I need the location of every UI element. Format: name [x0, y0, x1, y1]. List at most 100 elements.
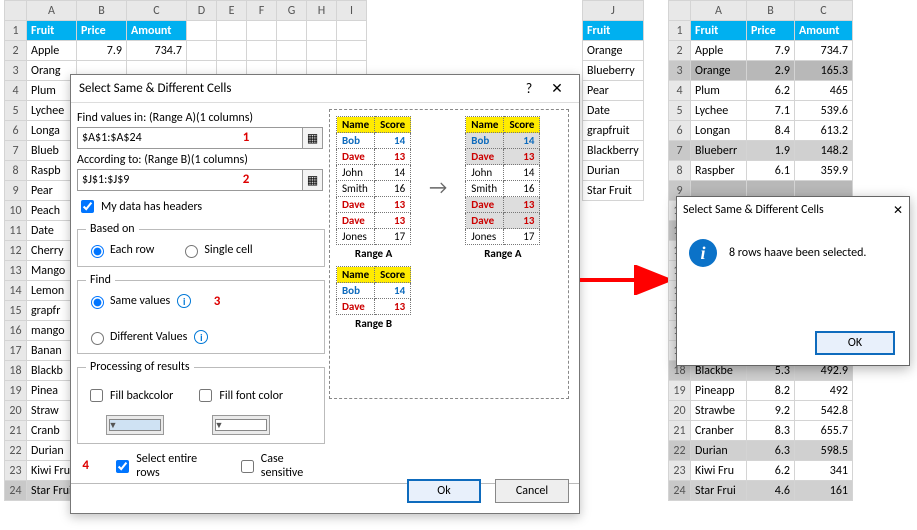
cell[interactable]: 598.5: [795, 441, 853, 461]
row-header[interactable]: 22: [5, 441, 27, 461]
fill-backcolor-checkbox[interactable]: Fill backcolor: [86, 386, 173, 405]
backcolor-picker[interactable]: ▼: [106, 415, 164, 435]
col-header[interactable]: G: [277, 1, 307, 21]
row-header[interactable]: 21: [669, 421, 691, 441]
help-button[interactable]: ?: [515, 80, 543, 97]
col-header[interactable]: E: [217, 1, 247, 21]
row-header[interactable]: 4: [5, 81, 27, 101]
cell[interactable]: 359.9: [795, 161, 853, 181]
cell[interactable]: 6.2: [747, 461, 795, 481]
row-header[interactable]: 14: [5, 281, 27, 301]
cell[interactable]: 539.6: [795, 101, 853, 121]
row-header[interactable]: 23: [669, 461, 691, 481]
cell[interactable]: Blueberr: [691, 141, 747, 161]
cell[interactable]: 6.2: [747, 81, 795, 101]
col-header[interactable]: F: [247, 1, 277, 21]
cell[interactable]: Peach: [27, 201, 77, 221]
cell[interactable]: Star Frui: [691, 481, 747, 501]
row-header[interactable]: 9: [5, 181, 27, 201]
cell[interactable]: Longan: [691, 121, 747, 141]
cell[interactable]: 613.2: [795, 121, 853, 141]
col-header[interactable]: H: [307, 1, 337, 21]
cell[interactable]: 165.3: [795, 61, 853, 81]
cell[interactable]: Blackb: [27, 361, 77, 381]
cell[interactable]: Straw: [27, 401, 77, 421]
case-sensitive-checkbox[interactable]: Case sensitive: [237, 452, 325, 480]
cell[interactable]: Blueb: [27, 141, 77, 161]
cell[interactable]: Strawbe: [691, 401, 747, 421]
cell[interactable]: Banan: [27, 341, 77, 361]
cell[interactable]: 341: [795, 461, 853, 481]
row-header[interactable]: 13: [5, 261, 27, 281]
row-header[interactable]: 17: [5, 341, 27, 361]
cell[interactable]: Mango: [27, 261, 77, 281]
row-header[interactable]: 7: [5, 141, 27, 161]
cell[interactable]: Orange: [691, 61, 747, 81]
col-header[interactable]: I: [337, 1, 367, 21]
cell[interactable]: 8.4: [747, 121, 795, 141]
col-header[interactable]: C: [795, 1, 853, 21]
cell[interactable]: Plum: [27, 81, 77, 101]
row-header[interactable]: 6: [5, 121, 27, 141]
cell[interactable]: Pinea: [27, 381, 77, 401]
cell[interactable]: Plum: [691, 81, 747, 101]
col-header[interactable]: J: [583, 1, 644, 21]
cell[interactable]: Date: [583, 101, 644, 121]
row-header[interactable]: 20: [5, 401, 27, 421]
cell[interactable]: 1.9: [747, 141, 795, 161]
info-icon[interactable]: i: [194, 330, 208, 344]
row-header[interactable]: 3: [5, 61, 27, 81]
cell[interactable]: 8.3: [747, 421, 795, 441]
cell[interactable]: Fruit: [583, 21, 644, 41]
cell[interactable]: Apple: [691, 41, 747, 61]
row-header[interactable]: 2: [669, 41, 691, 61]
cell[interactable]: Star Frui: [27, 481, 77, 501]
row-header[interactable]: 19: [669, 381, 691, 401]
col-header[interactable]: A: [27, 1, 77, 21]
row-header[interactable]: 19: [5, 381, 27, 401]
row-header[interactable]: 24: [5, 481, 27, 501]
cell[interactable]: Raspb: [27, 161, 77, 181]
cell[interactable]: Cranb: [27, 421, 77, 441]
cell[interactable]: 734.7: [795, 41, 853, 61]
ok-button[interactable]: OK: [815, 331, 895, 355]
cell[interactable]: 9.2: [747, 401, 795, 421]
row-header[interactable]: 12: [5, 241, 27, 261]
info-icon[interactable]: i: [177, 294, 191, 308]
row-header[interactable]: 22: [669, 441, 691, 461]
row-header[interactable]: 2: [5, 41, 27, 61]
col-header[interactable]: B: [747, 1, 795, 21]
cell[interactable]: Amount: [127, 21, 187, 41]
cell[interactable]: Lychee: [691, 101, 747, 121]
cell[interactable]: Date: [27, 221, 77, 241]
cell[interactable]: 542.8: [795, 401, 853, 421]
same-values-radio[interactable]: Same valuesi: [86, 293, 316, 309]
headers-checkbox[interactable]: [81, 200, 94, 213]
cell[interactable]: Price: [77, 21, 127, 41]
cell[interactable]: Raspber: [691, 161, 747, 181]
close-button[interactable]: ✕: [893, 203, 903, 218]
row-header[interactable]: 5: [5, 101, 27, 121]
cell[interactable]: Durian: [27, 441, 77, 461]
cell[interactable]: Durian: [583, 161, 644, 181]
headers-checkbox-row[interactable]: My data has headers: [77, 197, 325, 216]
row-header[interactable]: 6: [669, 121, 691, 141]
cell[interactable]: Pear: [27, 181, 77, 201]
range-b-input[interactable]: [77, 169, 303, 191]
cell[interactable]: 2.9: [747, 61, 795, 81]
cell[interactable]: Amount: [795, 21, 853, 41]
column-j[interactable]: J Fruit OrangeBlueberryPearDategrapfruit…: [582, 0, 644, 201]
cell[interactable]: grapfruit: [583, 121, 644, 141]
row-header[interactable]: 23: [5, 461, 27, 481]
corner-cell[interactable]: [5, 1, 27, 21]
row-header[interactable]: 8: [5, 161, 27, 181]
cell[interactable]: 148.2: [795, 141, 853, 161]
cell[interactable]: Fruit: [27, 21, 77, 41]
cell[interactable]: Fruit: [691, 21, 747, 41]
col-header[interactable]: C: [127, 1, 187, 21]
cell[interactable]: Kiwi Fru: [27, 461, 77, 481]
cell[interactable]: 6.3: [747, 441, 795, 461]
fill-fontcolor-checkbox[interactable]: Fill font color: [195, 386, 283, 405]
cell[interactable]: Longa: [27, 121, 77, 141]
cell[interactable]: Durian: [691, 441, 747, 461]
